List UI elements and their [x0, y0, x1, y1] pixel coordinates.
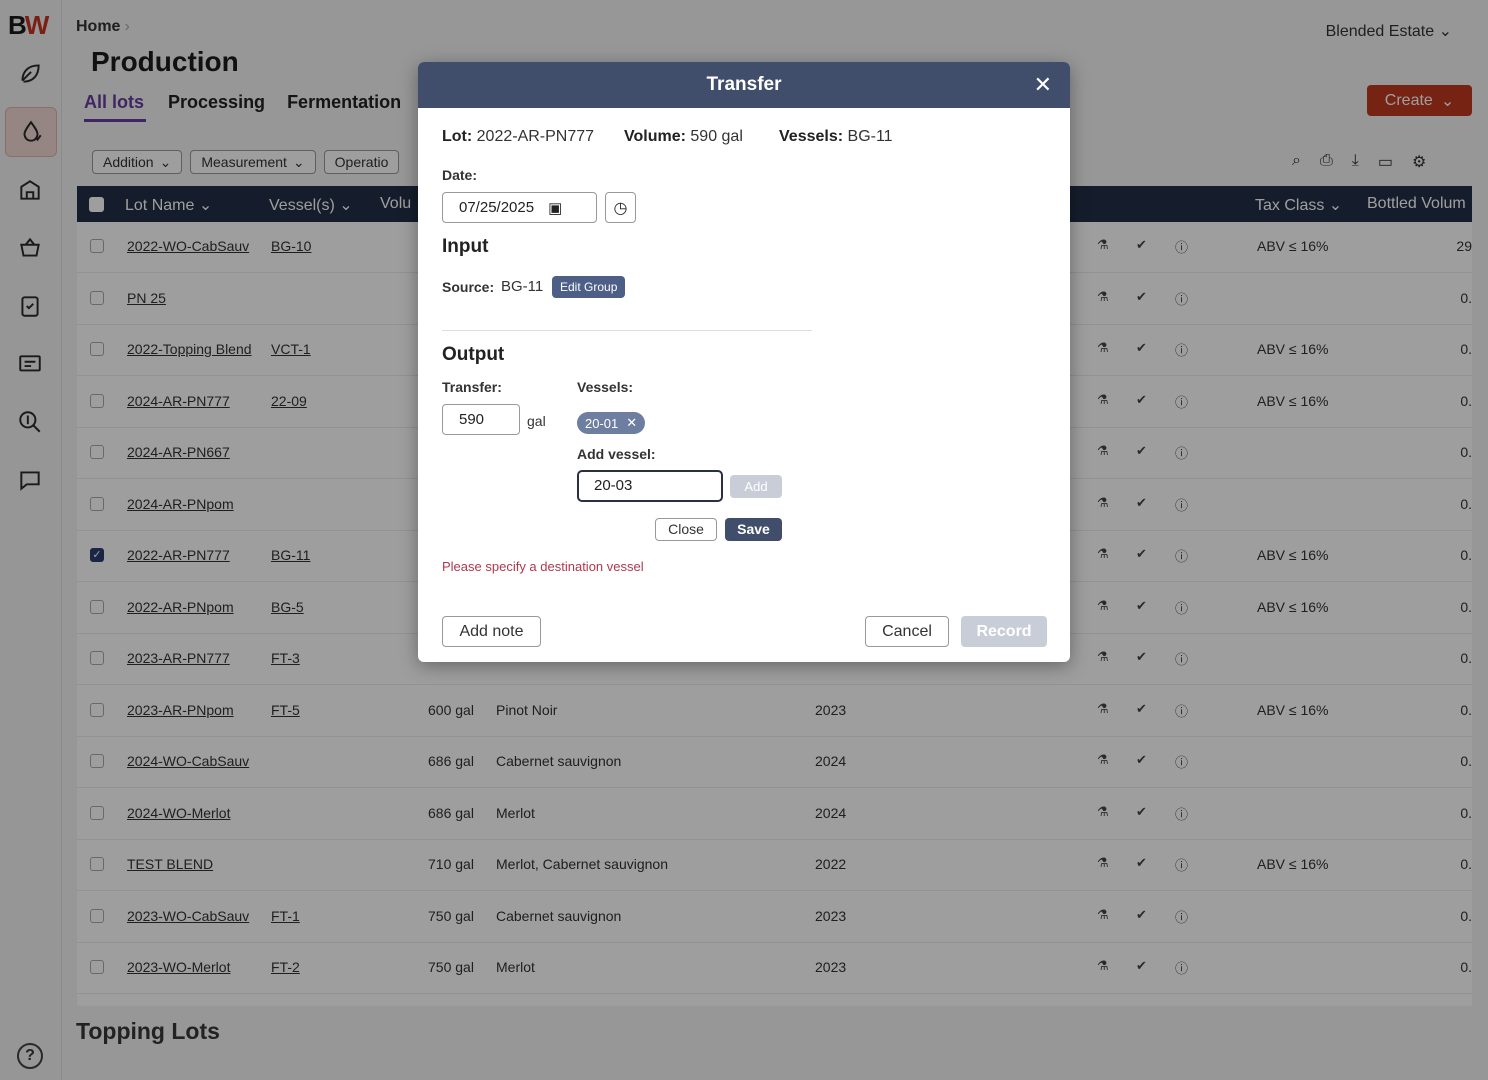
- date-label: Date:: [442, 167, 478, 183]
- lot-info: Lot: 2022-AR-PN777: [442, 128, 595, 145]
- output-heading: Output: [442, 344, 505, 365]
- modal-title: Transfer: [706, 74, 782, 95]
- transfer-modal: Transfer ✕ Lot: 2022-AR-PN777 Volume: 59…: [418, 62, 1070, 662]
- date-input[interactable]: 07/25/2025 ▣: [442, 192, 597, 223]
- close-button[interactable]: Close: [655, 518, 717, 541]
- remove-chip-icon[interactable]: ✕: [626, 415, 637, 431]
- topping-lots-title: Topping Lots: [76, 1018, 220, 1044]
- add-note-button[interactable]: Add note: [442, 616, 541, 647]
- volume-info: Volume: 590 gal: [624, 128, 743, 145]
- source-label: Source:: [442, 279, 495, 295]
- save-button[interactable]: Save: [725, 518, 782, 541]
- add-vessel-input[interactable]: 20-03: [577, 470, 723, 502]
- modal-header: Transfer ✕: [418, 62, 1070, 108]
- clock-icon: ◷: [613, 199, 628, 217]
- calendar-icon[interactable]: ▣: [548, 199, 562, 217]
- record-button[interactable]: Record: [961, 616, 1047, 647]
- vessels-info: Vessels: BG-11: [779, 128, 893, 145]
- transfer-unit: gal: [527, 413, 546, 429]
- transfer-label: Transfer:: [442, 379, 502, 395]
- cancel-button[interactable]: Cancel: [865, 616, 949, 647]
- help-icon[interactable]: ?: [17, 1043, 43, 1069]
- add-vessel-label: Add vessel:: [577, 446, 656, 462]
- close-icon[interactable]: ✕: [1034, 62, 1052, 108]
- vessel-chip: 20-01 ✕: [577, 412, 646, 434]
- divider: [442, 330, 812, 331]
- input-heading: Input: [442, 236, 489, 257]
- add-vessel-button[interactable]: Add: [730, 475, 782, 498]
- output-vessels-label: Vessels:: [577, 379, 634, 395]
- source-value: BG-11: [501, 278, 544, 295]
- edit-group-button[interactable]: Edit Group: [552, 276, 626, 298]
- error-message: Please specify a destination vessel: [442, 559, 644, 574]
- clock-button[interactable]: ◷: [605, 192, 636, 223]
- transfer-amount-input[interactable]: 590: [442, 404, 520, 435]
